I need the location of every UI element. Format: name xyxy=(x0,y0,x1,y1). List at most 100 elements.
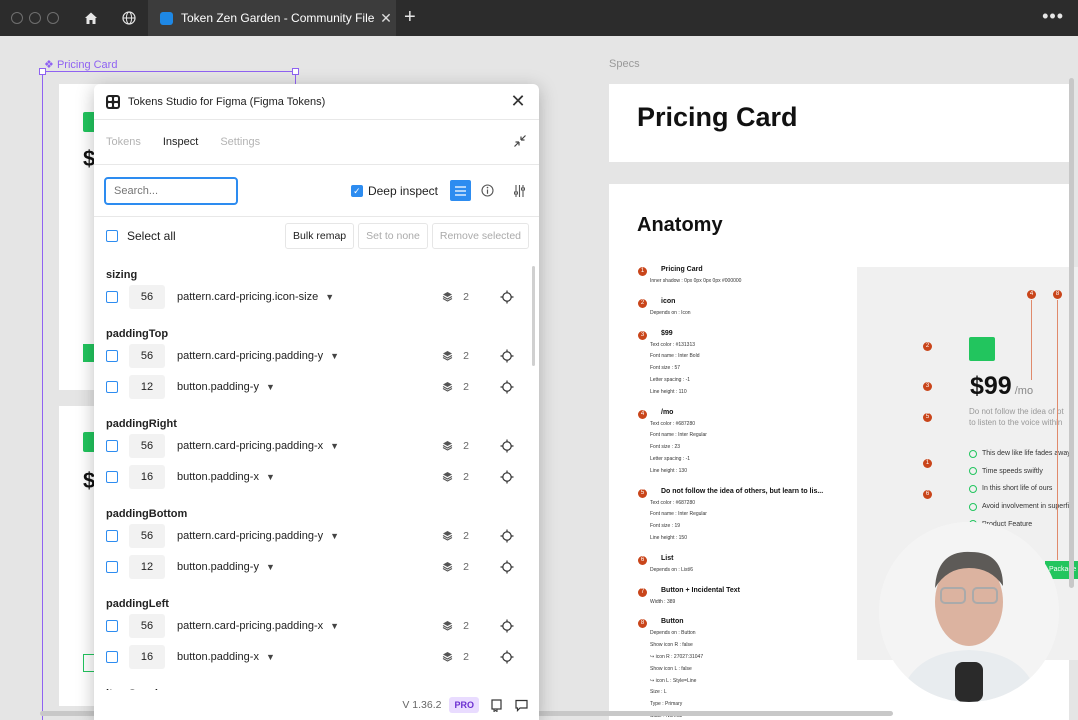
chevron-down-icon[interactable]: ▼ xyxy=(325,292,334,302)
browser-tab-active[interactable]: Token Zen Garden - Community File (Co ✕ xyxy=(148,0,396,36)
frame-label-specs[interactable]: Specs xyxy=(609,58,640,70)
token-name[interactable]: button.padding-x xyxy=(177,651,259,663)
chevron-down-icon[interactable]: ▼ xyxy=(266,562,275,572)
tab-settings[interactable]: Settings xyxy=(220,136,260,148)
crosshair-select-icon[interactable] xyxy=(499,649,515,665)
select-all-checkbox[interactable] xyxy=(106,230,118,242)
search-input[interactable] xyxy=(104,176,238,205)
resize-handle[interactable] xyxy=(39,68,46,75)
crosshair-select-icon[interactable] xyxy=(499,618,515,634)
book-icon[interactable] xyxy=(488,697,504,713)
chevron-down-icon[interactable]: ▼ xyxy=(330,531,339,541)
chevron-down-icon[interactable]: ▼ xyxy=(266,382,275,392)
row-checkbox[interactable] xyxy=(106,290,118,303)
token-usage-list[interactable]: sizing 56 pattern.card-pricing.icon-size ▼ 2… xyxy=(94,256,539,690)
token-name[interactable]: button.padding-y xyxy=(177,381,259,393)
row-checkbox[interactable] xyxy=(106,439,118,452)
new-tab-button[interactable]: + xyxy=(404,6,416,28)
row-checkbox[interactable] xyxy=(106,650,118,663)
deep-inspect-toggle[interactable]: ✓ Deep inspect xyxy=(350,184,438,198)
anatomy-leader-line xyxy=(1031,300,1032,380)
chevron-down-icon[interactable]: ▼ xyxy=(330,351,339,361)
globe-icon[interactable] xyxy=(118,8,140,28)
token-usage-row[interactable]: 56 pattern.card-pricing.padding-x ▼ 2 xyxy=(94,430,539,461)
chevron-down-icon[interactable]: ▼ xyxy=(266,472,275,482)
preview-price-unit: /mo xyxy=(1014,385,1034,397)
close-icon[interactable]: ✕ xyxy=(509,91,527,112)
anatomy-item-property: Size : L xyxy=(650,689,667,696)
info-icon[interactable] xyxy=(477,181,497,201)
anatomy-item-property: Line height : 130 xyxy=(650,467,687,474)
resize-handle[interactable] xyxy=(292,68,299,75)
token-name[interactable]: pattern.card-pricing.padding-x xyxy=(177,620,323,632)
anatomy-item-property: Letter spacing : -1 xyxy=(650,456,691,462)
tab-title: Token Zen Garden - Community File (Co xyxy=(181,11,376,25)
anatomy-number-badge: 7 xyxy=(638,587,647,597)
token-usage-row[interactable]: 16 button.padding-x ▼ 2 xyxy=(94,461,539,492)
token-name[interactable]: pattern.card-pricing.padding-y xyxy=(177,350,323,362)
token-usage-row[interactable]: 56 pattern.card-pricing.padding-y ▼ 2 xyxy=(94,340,539,371)
collapse-icon[interactable] xyxy=(513,134,527,151)
token-group-header: paddingRight xyxy=(106,418,177,430)
window-close-control[interactable] xyxy=(11,12,23,24)
layers-icon xyxy=(442,531,453,541)
feedback-icon[interactable] xyxy=(513,697,529,713)
bulk-remap-button[interactable]: Bulk remap xyxy=(285,223,355,249)
token-name[interactable]: pattern.card-pricing.icon-size xyxy=(177,291,318,303)
anatomy-badge-2: 2 xyxy=(923,342,932,351)
remove-selected-button[interactable]: Remove selected xyxy=(431,223,529,249)
tab-close-icon[interactable]: ✕ xyxy=(376,10,396,27)
crosshair-select-icon[interactable] xyxy=(499,348,515,364)
token-name[interactable]: pattern.card-pricing.padding-x xyxy=(177,440,323,452)
version-label: V 1.36.2 xyxy=(402,699,442,711)
row-checkbox[interactable] xyxy=(106,619,118,632)
tab-tokens[interactable]: Tokens xyxy=(106,136,141,148)
chevron-down-icon[interactable]: ▼ xyxy=(330,621,339,631)
list-scrollbar[interactable] xyxy=(532,266,535,366)
token-name[interactable]: button.padding-y xyxy=(177,561,259,573)
token-usage-row[interactable]: 56 pattern.card-pricing.padding-x ▼ 2 xyxy=(94,610,539,641)
row-checkbox[interactable] xyxy=(106,529,118,542)
crosshair-select-icon[interactable] xyxy=(499,438,515,454)
token-group-header: itemSpacing xyxy=(94,680,539,690)
home-icon[interactable] xyxy=(80,8,102,28)
tab-inspect[interactable]: Inspect xyxy=(163,136,198,148)
window-minimize-control[interactable] xyxy=(29,12,41,24)
chevron-down-icon[interactable]: ▼ xyxy=(330,441,339,451)
set-to-none-button[interactable]: Set to none xyxy=(358,223,428,249)
crosshair-select-icon[interactable] xyxy=(499,289,515,305)
row-checkbox[interactable] xyxy=(106,470,118,483)
canvas-vertical-scrollbar[interactable] xyxy=(1069,78,1074,588)
layer-count-value: 2 xyxy=(463,290,469,303)
preview-description-1: Do not follow the idea of ot xyxy=(969,407,1064,416)
checkbox-checked-icon[interactable]: ✓ xyxy=(350,184,363,197)
settings-sliders-icon[interactable] xyxy=(509,181,529,201)
crosshair-select-icon[interactable] xyxy=(499,559,515,575)
anatomy-badge-5: 5 xyxy=(923,413,932,422)
layers-icon xyxy=(442,472,453,482)
row-checkbox[interactable] xyxy=(106,349,118,362)
row-checkbox[interactable] xyxy=(106,380,118,393)
crosshair-select-icon[interactable] xyxy=(499,469,515,485)
preview-price: $99/mo xyxy=(970,372,1033,401)
anatomy-item-title: /mo xyxy=(661,408,674,416)
row-checkbox[interactable] xyxy=(106,560,118,573)
layer-count: 2 xyxy=(442,440,469,452)
token-usage-row[interactable]: 56 pattern.card-pricing.icon-size ▼ 2 xyxy=(94,281,539,312)
crosshair-select-icon[interactable] xyxy=(499,528,515,544)
token-usage-row[interactable]: 12 button.padding-y ▼ 2 xyxy=(94,551,539,582)
more-menu-icon[interactable]: ••• xyxy=(1042,6,1064,27)
frame-label-pricing-card[interactable]: ❖ Pricing Card xyxy=(44,58,117,71)
list-view-button[interactable] xyxy=(450,180,471,201)
check-circle-icon xyxy=(969,502,977,511)
token-usage-row[interactable]: 12 button.padding-y ▼ 2 xyxy=(94,371,539,402)
crosshair-select-icon[interactable] xyxy=(499,379,515,395)
chevron-down-icon[interactable]: ▼ xyxy=(266,652,275,662)
window-zoom-control[interactable] xyxy=(47,12,59,24)
token-usage-row[interactable]: 16 button.padding-x ▼ 2 xyxy=(94,641,539,672)
anatomy-item-property: Text color : #687280 xyxy=(650,499,696,506)
token-usage-row[interactable]: 56 pattern.card-pricing.padding-y ▼ 2 xyxy=(94,520,539,551)
layers-icon xyxy=(442,351,453,361)
token-name[interactable]: button.padding-x xyxy=(177,471,259,483)
token-name[interactable]: pattern.card-pricing.padding-y xyxy=(177,530,323,542)
